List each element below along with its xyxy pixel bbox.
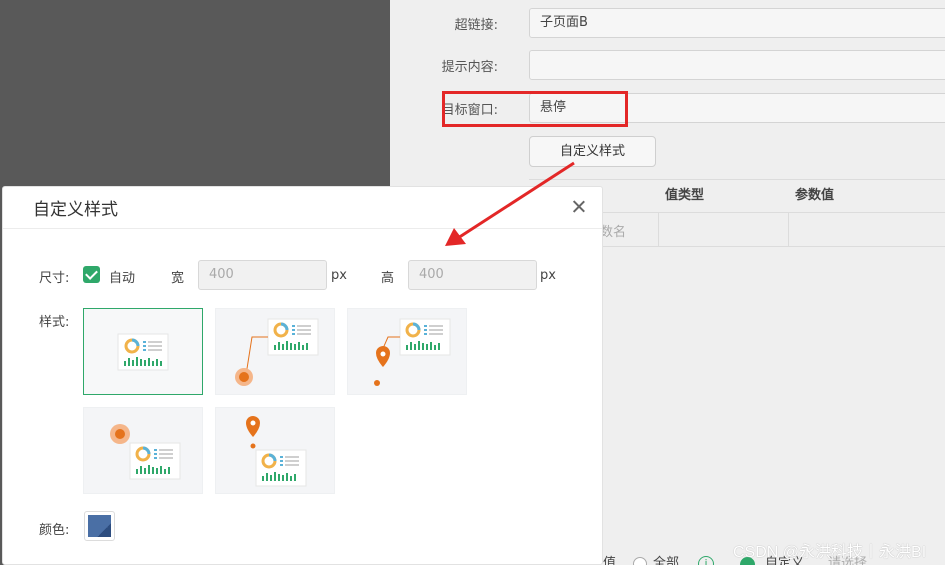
height-label: 高 xyxy=(381,271,395,286)
style-option-circle-pointer-bottom[interactable] xyxy=(215,308,335,395)
dialog-title: 自定义样式 xyxy=(33,200,118,220)
table-header-param-value: 参数值 xyxy=(795,188,835,203)
style-option-circle-pointer-top[interactable] xyxy=(83,407,203,494)
width-input[interactable]: 400 xyxy=(198,260,327,290)
tooltip-content-label: 提示内容: xyxy=(441,59,498,75)
custom-style-dialog: 自定义样式 尺寸: 自动 宽 400 px 高 400 px 样式: 颜色: xyxy=(2,186,603,565)
table-cell-param-name: 数名 xyxy=(600,225,627,240)
width-label: 宽 xyxy=(171,271,185,286)
style-option-pin-pointer-top[interactable] xyxy=(215,407,335,494)
tooltip-content-input[interactable] xyxy=(529,50,945,80)
height-input[interactable]: 400 xyxy=(408,260,537,290)
color-picker-swatch[interactable] xyxy=(84,511,115,541)
all-radio[interactable] xyxy=(633,557,647,565)
table-border-top xyxy=(529,179,945,180)
table-header-value-type: 值类型 xyxy=(665,188,705,203)
custom-style-button[interactable]: 自定义样式 xyxy=(529,136,656,167)
dialog-header: 自定义样式 xyxy=(3,187,602,229)
table-col-divider-2 xyxy=(788,212,789,246)
color-label: 颜色: xyxy=(39,523,70,538)
auto-label: 自动 xyxy=(109,271,136,286)
hyperlink-label: 超链接: xyxy=(454,17,498,33)
width-unit: px xyxy=(331,268,347,283)
style-label: 样式: xyxy=(39,315,70,330)
color-swatch-fill xyxy=(88,515,111,537)
style-option-pin-pointer-bottom[interactable] xyxy=(347,308,467,395)
size-label: 尺寸: xyxy=(39,271,70,286)
auto-size-checkbox[interactable] xyxy=(83,266,100,283)
style-option-no-pointer[interactable] xyxy=(83,308,203,395)
info-icon: i xyxy=(698,556,714,565)
table-col-divider-1 xyxy=(658,212,659,246)
tooltip-content-row: 提示内容: xyxy=(390,50,510,80)
watermark: CSDN @永洪科技丨永洪BI xyxy=(733,544,927,561)
close-icon[interactable] xyxy=(570,198,588,216)
hyperlink-row: 超链接: xyxy=(390,8,510,38)
highlight-box xyxy=(442,91,628,127)
hyperlink-input[interactable]: 子页面B xyxy=(529,8,945,38)
all-radio-label: 全部 xyxy=(653,556,680,565)
footer-fragment: 值 xyxy=(603,556,617,565)
height-unit: px xyxy=(540,268,556,283)
